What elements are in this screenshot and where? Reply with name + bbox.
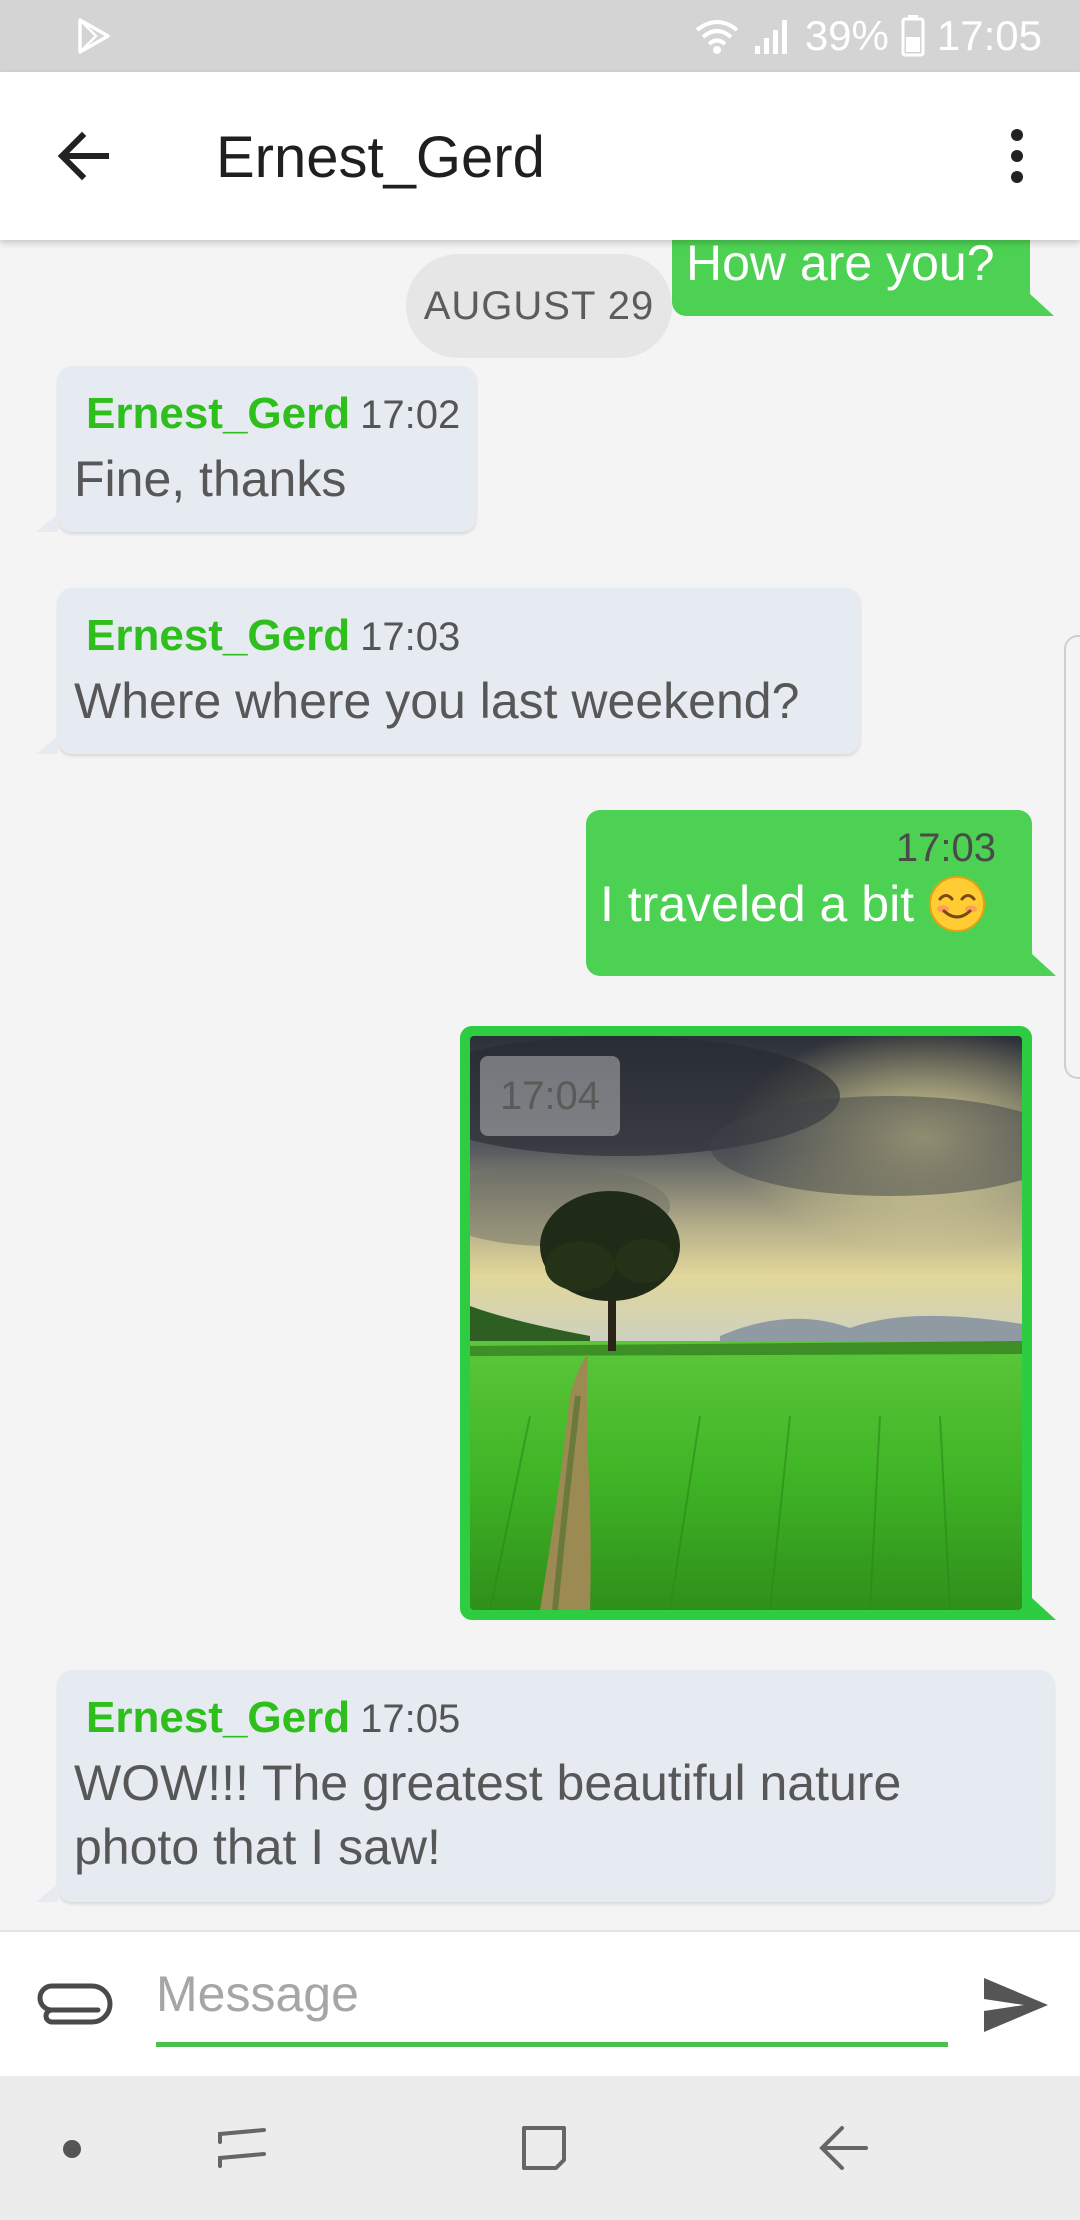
message-bubble-incoming[interactable]: Ernest_Gerd 17:02 Fine, thanks xyxy=(36,366,476,532)
signal-icon xyxy=(754,20,787,54)
message-composer xyxy=(0,1930,1080,2076)
message-text: Where where you last weekend? xyxy=(74,673,800,729)
status-bar: 39% 17:05 xyxy=(0,0,1080,72)
system-nav-bar xyxy=(0,2076,1080,2220)
input-underline xyxy=(156,2042,948,2047)
battery-icon xyxy=(901,15,925,57)
message-bubble-incoming[interactable]: Ernest_Gerd 17:05 WOW!!! The greatest bea… xyxy=(36,1670,1054,1902)
play-store-icon xyxy=(78,18,110,54)
landscape-photo[interactable]: 17:04 xyxy=(470,1036,1022,1610)
home-icon[interactable] xyxy=(516,2120,572,2176)
recents-icon[interactable] xyxy=(214,2120,270,2176)
chat-title: Ernest_Gerd xyxy=(216,125,545,190)
paperclip-icon[interactable] xyxy=(30,1976,114,2032)
wifi-icon xyxy=(695,20,739,54)
smiling-face-icon xyxy=(929,876,986,932)
message-bubble-incoming[interactable]: Ernest_Gerd 17:03 Where where you last we… xyxy=(36,588,860,754)
nav-dot-icon[interactable] xyxy=(63,2140,81,2158)
message-text-content: I traveled a bit xyxy=(600,876,915,932)
message-text: How are you? xyxy=(686,240,995,291)
message-time: 17:02 xyxy=(360,393,461,437)
status-time: 17:05 xyxy=(936,12,1042,59)
photo-time: 17:04 xyxy=(480,1056,620,1136)
message-bubble-outgoing[interactable]: How are you? xyxy=(672,240,1054,316)
chat-area[interactable]: How are you? AUGUST 29 Ernest_Gerd 17:02 … xyxy=(0,240,1080,1930)
nav-back-icon[interactable] xyxy=(816,2120,872,2176)
message-time: 17:05 xyxy=(360,1697,461,1741)
more-vert-icon[interactable] xyxy=(992,126,1042,186)
message-text: WOW!!! The greatest beautiful nature pho… xyxy=(74,1755,902,1875)
back-arrow-icon[interactable] xyxy=(50,122,118,190)
message-time: 17:03 xyxy=(360,615,461,659)
app-bar: Ernest_Gerd xyxy=(0,72,1080,240)
message-time: 17:03 xyxy=(895,826,996,870)
photo-message[interactable]: 17:04 xyxy=(460,1026,1056,1620)
date-separator: AUGUST 29 xyxy=(406,254,672,358)
message-text: Fine, thanks xyxy=(74,451,347,507)
sender-name[interactable]: Ernest_Gerd xyxy=(86,389,350,438)
scroll-handle[interactable] xyxy=(1064,635,1080,1079)
message-input[interactable] xyxy=(156,1962,948,2026)
send-icon[interactable] xyxy=(980,1974,1052,2036)
sender-name[interactable]: Ernest_Gerd xyxy=(86,611,350,660)
message-text: I traveled a bit xyxy=(600,873,996,935)
message-bubble-outgoing[interactable]: 17:03 I traveled a bit xyxy=(586,810,1056,976)
battery-percent: 39% xyxy=(804,12,889,59)
sender-name[interactable]: Ernest_Gerd xyxy=(86,1693,350,1742)
